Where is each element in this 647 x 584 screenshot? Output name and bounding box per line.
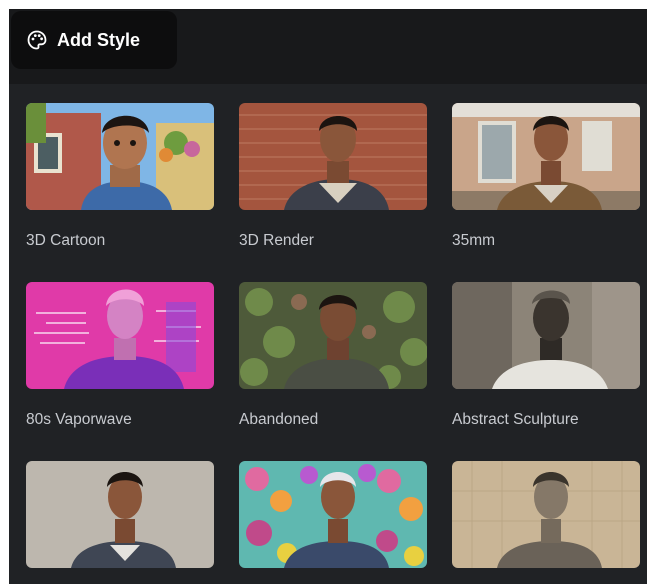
style-thumbnail bbox=[239, 103, 427, 210]
style-picker-header: Add Style bbox=[9, 9, 647, 84]
style-thumbnail bbox=[26, 282, 214, 389]
style-picker-panel: Add Style 3D Cartoon 3D Render 35mm 80s … bbox=[9, 9, 647, 584]
style-card-abstract-sculpture[interactable]: Abstract Sculpture bbox=[452, 282, 640, 429]
add-style-button[interactable]: Add Style bbox=[11, 11, 177, 69]
style-thumbnail bbox=[452, 282, 640, 389]
style-card-80s-vaporwave[interactable]: 80s Vaporwave bbox=[26, 282, 214, 429]
style-card[interactable] bbox=[239, 461, 427, 584]
palette-icon bbox=[27, 30, 47, 50]
style-thumbnail bbox=[452, 103, 640, 210]
style-label: Abstract Sculpture bbox=[452, 411, 579, 428]
style-card-3d-render[interactable]: 3D Render bbox=[239, 103, 427, 250]
style-label: Abandoned bbox=[239, 411, 319, 428]
style-label: 35mm bbox=[452, 232, 496, 249]
style-thumbnail bbox=[26, 461, 214, 568]
style-card[interactable] bbox=[26, 461, 214, 584]
style-thumbnail bbox=[26, 103, 214, 210]
style-grid: 3D Cartoon 3D Render 35mm 80s Vaporwave … bbox=[9, 84, 647, 584]
style-thumbnail bbox=[239, 282, 427, 389]
style-thumbnail bbox=[239, 461, 427, 568]
style-card-abandoned[interactable]: Abandoned bbox=[239, 282, 427, 429]
style-label: 3D Cartoon bbox=[26, 232, 106, 249]
style-card[interactable] bbox=[452, 461, 640, 584]
style-label: 3D Render bbox=[239, 232, 314, 249]
style-card-35mm[interactable]: 35mm bbox=[452, 103, 640, 250]
style-label: 80s Vaporwave bbox=[26, 411, 132, 428]
style-card-3d-cartoon[interactable]: 3D Cartoon bbox=[26, 103, 214, 250]
add-style-label: Add Style bbox=[57, 29, 141, 50]
style-thumbnail bbox=[452, 461, 640, 568]
